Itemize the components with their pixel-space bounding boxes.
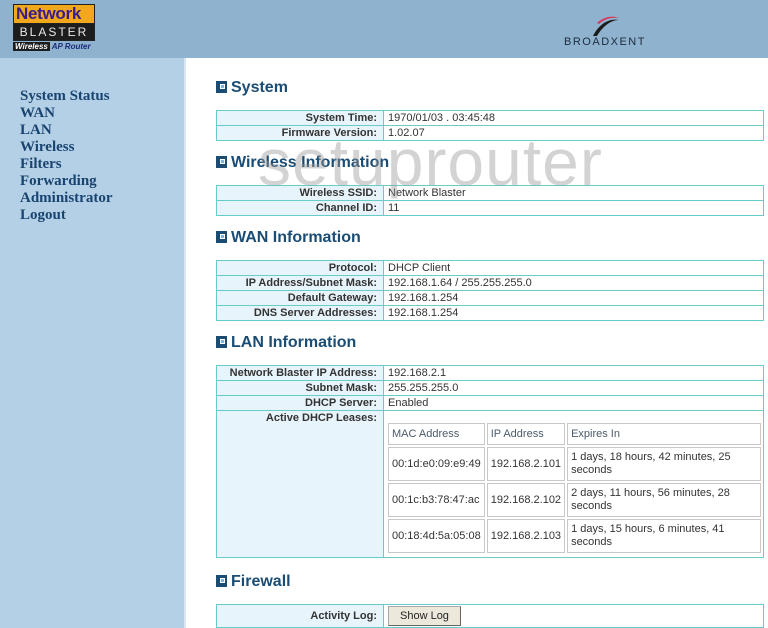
dhcp-server-value: Enabled	[383, 395, 764, 411]
lease-ip: 192.168.2.103	[486, 519, 566, 553]
table-row: Firmware Version: 1.02.07	[216, 125, 764, 141]
field-label: Network Blaster IP Address:	[216, 365, 384, 381]
sidebar-item-administrator[interactable]: Administrator	[20, 190, 184, 207]
section-bullet-icon	[216, 231, 227, 243]
system-table: System Time: 1970/01/03 . 03:45:48 Firmwa…	[216, 110, 764, 141]
lease-expires: 1 days, 18 hours, 42 minutes, 25 seconds	[567, 447, 761, 481]
sidebar-item-filters[interactable]: Filters	[20, 156, 184, 173]
system-time-value: 1970/01/03 . 03:45:48	[383, 110, 764, 126]
dns-servers-value: 192.168.1.254	[383, 305, 764, 321]
table-row: Subnet Mask: 255.255.255.0	[216, 380, 764, 396]
show-log-button[interactable]: Show Log	[388, 606, 461, 626]
column-header-mac: MAC Address	[388, 423, 485, 445]
lease-ip: 192.168.2.101	[486, 447, 566, 481]
wireless-table: Wireless SSID: Network Blaster Channel ID…	[216, 185, 764, 216]
field-label: System Time:	[216, 110, 384, 126]
column-header-ip: IP Address	[486, 423, 566, 445]
table-row: DNS Server Addresses: 192.168.1.254	[216, 305, 764, 321]
section-title-lan: LAN Information	[216, 334, 356, 352]
logo-ap-router: AP Router	[49, 42, 91, 51]
dhcp-leases-cell: MAC Address IP Address Expires In 00:1d:…	[383, 410, 764, 558]
section-title-wireless: Wireless Information	[216, 154, 389, 172]
logo-wireless-tag: Wireless	[13, 42, 50, 51]
wan-table: Protocol: DHCP Client IP Address/Subnet M…	[216, 260, 764, 321]
section-title-system: System	[216, 79, 288, 97]
lease-row: 00:1d:e0:09:e9:49 192.168.2.101 1 days, …	[388, 447, 761, 481]
section-title-text: System	[231, 79, 288, 96]
sidebar-nav: System Status WAN LAN Wireless Filters F…	[0, 58, 186, 628]
table-row: Default Gateway: 192.168.1.254	[216, 290, 764, 306]
field-label: DNS Server Addresses:	[216, 305, 384, 321]
header: Network BLASTER Wireless AP Router BROAD…	[0, 0, 768, 58]
lease-expires: 1 days, 15 hours, 6 minutes, 41 seconds	[567, 519, 761, 553]
field-label: Default Gateway:	[216, 290, 384, 306]
section-title-text: WAN Information	[231, 229, 361, 246]
sidebar-item-wireless[interactable]: Wireless	[20, 139, 184, 156]
channel-id-value: 11	[383, 200, 764, 216]
wireless-ssid-value: Network Blaster	[383, 185, 764, 201]
table-row: System Time: 1970/01/03 . 03:45:48	[216, 110, 764, 126]
table-row: Active DHCP Leases: MAC Address IP Addre…	[216, 410, 764, 558]
section-bullet-icon	[216, 575, 227, 587]
table-row: IP Address/Subnet Mask: 192.168.1.64 / 25…	[216, 275, 764, 291]
lease-ip: 192.168.2.102	[486, 483, 566, 517]
section-bullet-icon	[216, 156, 227, 168]
activity-log-cell: Show Log	[383, 604, 764, 628]
lease-mac: 00:1d:e0:09:e9:49	[388, 447, 485, 481]
section-title-firewall: Firewall	[216, 573, 291, 591]
leases-header-row: MAC Address IP Address Expires In	[388, 423, 761, 445]
sidebar-item-system-status[interactable]: System Status	[20, 88, 184, 105]
default-gateway-value: 192.168.1.254	[383, 290, 764, 306]
sidebar-item-lan[interactable]: LAN	[20, 122, 184, 139]
firewall-table: Activity Log: Show Log	[216, 604, 764, 628]
logo-line-tagline: Wireless AP Router	[13, 41, 95, 52]
lan-table: Network Blaster IP Address: 192.168.2.1 S…	[216, 365, 764, 558]
field-label: Active DHCP Leases:	[216, 410, 384, 558]
section-title-wan: WAN Information	[216, 229, 361, 247]
section-bullet-icon	[216, 81, 227, 93]
lease-row: 00:18:4d:5a:05:08 192.168.2.103 1 days, …	[388, 519, 761, 553]
broadxent-swoosh-icon	[593, 16, 619, 36]
field-label: DHCP Server:	[216, 395, 384, 411]
lease-mac: 00:18:4d:5a:05:08	[388, 519, 485, 553]
table-row: Wireless SSID: Network Blaster	[216, 185, 764, 201]
broadxent-logo: BROADXENT	[546, 14, 664, 48]
protocol-value: DHCP Client	[383, 260, 764, 276]
dhcp-leases-table: MAC Address IP Address Expires In 00:1d:…	[386, 421, 763, 555]
field-label: Subnet Mask:	[216, 380, 384, 396]
sidebar-item-forwarding[interactable]: Forwarding	[20, 173, 184, 190]
brand-name: BROADXENT	[564, 36, 646, 48]
sidebar-item-logout[interactable]: Logout	[20, 207, 184, 224]
section-title-text: Wireless Information	[231, 154, 390, 171]
field-label: Firmware Version:	[216, 125, 384, 141]
firmware-version-value: 1.02.07	[383, 125, 764, 141]
lan-subnet-value: 255.255.255.0	[383, 380, 764, 396]
section-title-text: Firewall	[231, 573, 291, 590]
field-label: Wireless SSID:	[216, 185, 384, 201]
column-header-expires: Expires In	[567, 423, 761, 445]
table-row: Channel ID: 11	[216, 200, 764, 216]
table-row: Activity Log: Show Log	[216, 604, 764, 628]
table-row: DHCP Server: Enabled	[216, 395, 764, 411]
logo-line-blaster: BLASTER	[13, 23, 95, 41]
field-label: Channel ID:	[216, 200, 384, 216]
logo-line-network: Network	[13, 4, 95, 23]
network-blaster-logo: Network BLASTER Wireless AP Router	[13, 4, 95, 52]
lease-row: 00:1c:b3:78:47:ac 192.168.2.102 2 days, …	[388, 483, 761, 517]
section-title-text: LAN Information	[231, 334, 357, 351]
lease-expires: 2 days, 11 hours, 56 minutes, 28 seconds	[567, 483, 761, 517]
field-label: Protocol:	[216, 260, 384, 276]
field-label: Activity Log:	[216, 604, 384, 628]
lan-ip-value: 192.168.2.1	[383, 365, 764, 381]
table-row: Protocol: DHCP Client	[216, 260, 764, 276]
section-bullet-icon	[216, 336, 227, 348]
table-row: Network Blaster IP Address: 192.168.2.1	[216, 365, 764, 381]
lease-mac: 00:1c:b3:78:47:ac	[388, 483, 485, 517]
sidebar-item-wan[interactable]: WAN	[20, 105, 184, 122]
field-label: IP Address/Subnet Mask:	[216, 275, 384, 291]
ip-subnet-value: 192.168.1.64 / 255.255.255.0	[383, 275, 764, 291]
